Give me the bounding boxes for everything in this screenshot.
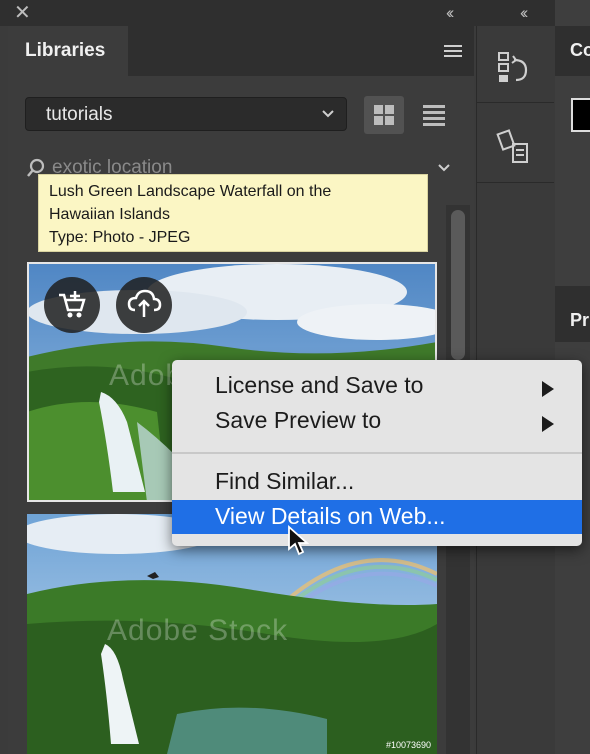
add-to-cart-button[interactable] — [44, 277, 100, 333]
cloud-upload-icon — [127, 289, 162, 317]
menu-item-label: Find Similar... — [215, 468, 355, 494]
panel-tab-strip — [128, 26, 474, 76]
list-view-icon — [423, 105, 445, 126]
menu-item-license-and-save[interactable]: License and Save to — [172, 369, 582, 403]
list-view-button[interactable] — [414, 96, 454, 134]
secondary-toolbar-header — [476, 0, 554, 26]
scrollbar-thumb[interactable] — [451, 210, 465, 360]
submenu-arrow-icon — [542, 416, 554, 432]
grid-view-button[interactable] — [364, 96, 404, 134]
properties-panel-tab[interactable]: Pr — [570, 310, 589, 331]
cloud-upload-button[interactable] — [116, 277, 172, 333]
asset-tooltip: Lush Green Landscape Waterfall on the Ha… — [38, 174, 428, 252]
menu-item-save-preview[interactable]: Save Preview to — [172, 404, 582, 438]
collapse-panel-icon-3[interactable]: ‹‹ — [520, 2, 529, 24]
collapse-panel-icon[interactable]: ‹‹ — [446, 2, 455, 24]
search-scope-chevron-icon[interactable] — [436, 160, 452, 176]
panel-menu-icon[interactable] — [444, 45, 462, 60]
menu-item-label: Save Preview to — [215, 407, 382, 433]
submenu-arrow-icon — [542, 381, 554, 397]
menu-item-label: View Details on Web... — [215, 503, 446, 529]
tool-separator-2 — [476, 182, 554, 183]
asset-thumbnail-waterfall-2[interactable]: Adobe Stock #10073690 — [27, 514, 437, 754]
library-dropdown[interactable]: tutorials — [25, 97, 347, 131]
tooltip-title-line2: Hawaiian Islands — [49, 206, 170, 223]
menu-item-view-details-on-web[interactable]: View Details on Web... — [172, 500, 582, 534]
panel-title: Libraries — [25, 40, 106, 61]
mouse-pointer-icon — [288, 525, 309, 556]
menu-item-label: License and Save to — [215, 372, 424, 398]
library-dropdown-value: tutorials — [46, 104, 113, 125]
watermark-text-2: Adobe Stock — [107, 614, 289, 647]
foreground-color-swatch[interactable] — [571, 98, 590, 132]
stock-id-label: #10073690 — [385, 740, 431, 750]
properties-icon[interactable] — [496, 128, 532, 168]
tooltip-type: Type: Photo - JPEG — [49, 229, 191, 246]
context-menu: License and Save to Save Preview to Find… — [172, 360, 582, 546]
menu-separator — [172, 452, 582, 454]
tool-separator — [476, 102, 554, 103]
close-icon[interactable]: ✕ — [14, 2, 31, 24]
chevron-down-icon — [322, 110, 334, 118]
history-icon[interactable] — [496, 50, 532, 86]
panel-divider — [555, 286, 590, 294]
color-panel-tab[interactable]: Co — [570, 40, 590, 61]
menu-item-find-similar[interactable]: Find Similar... — [172, 465, 582, 499]
grid-view-icon — [374, 105, 394, 125]
tooltip-title-line1: Lush Green Landscape Waterfall on the — [49, 183, 332, 200]
cart-plus-icon — [59, 291, 86, 318]
